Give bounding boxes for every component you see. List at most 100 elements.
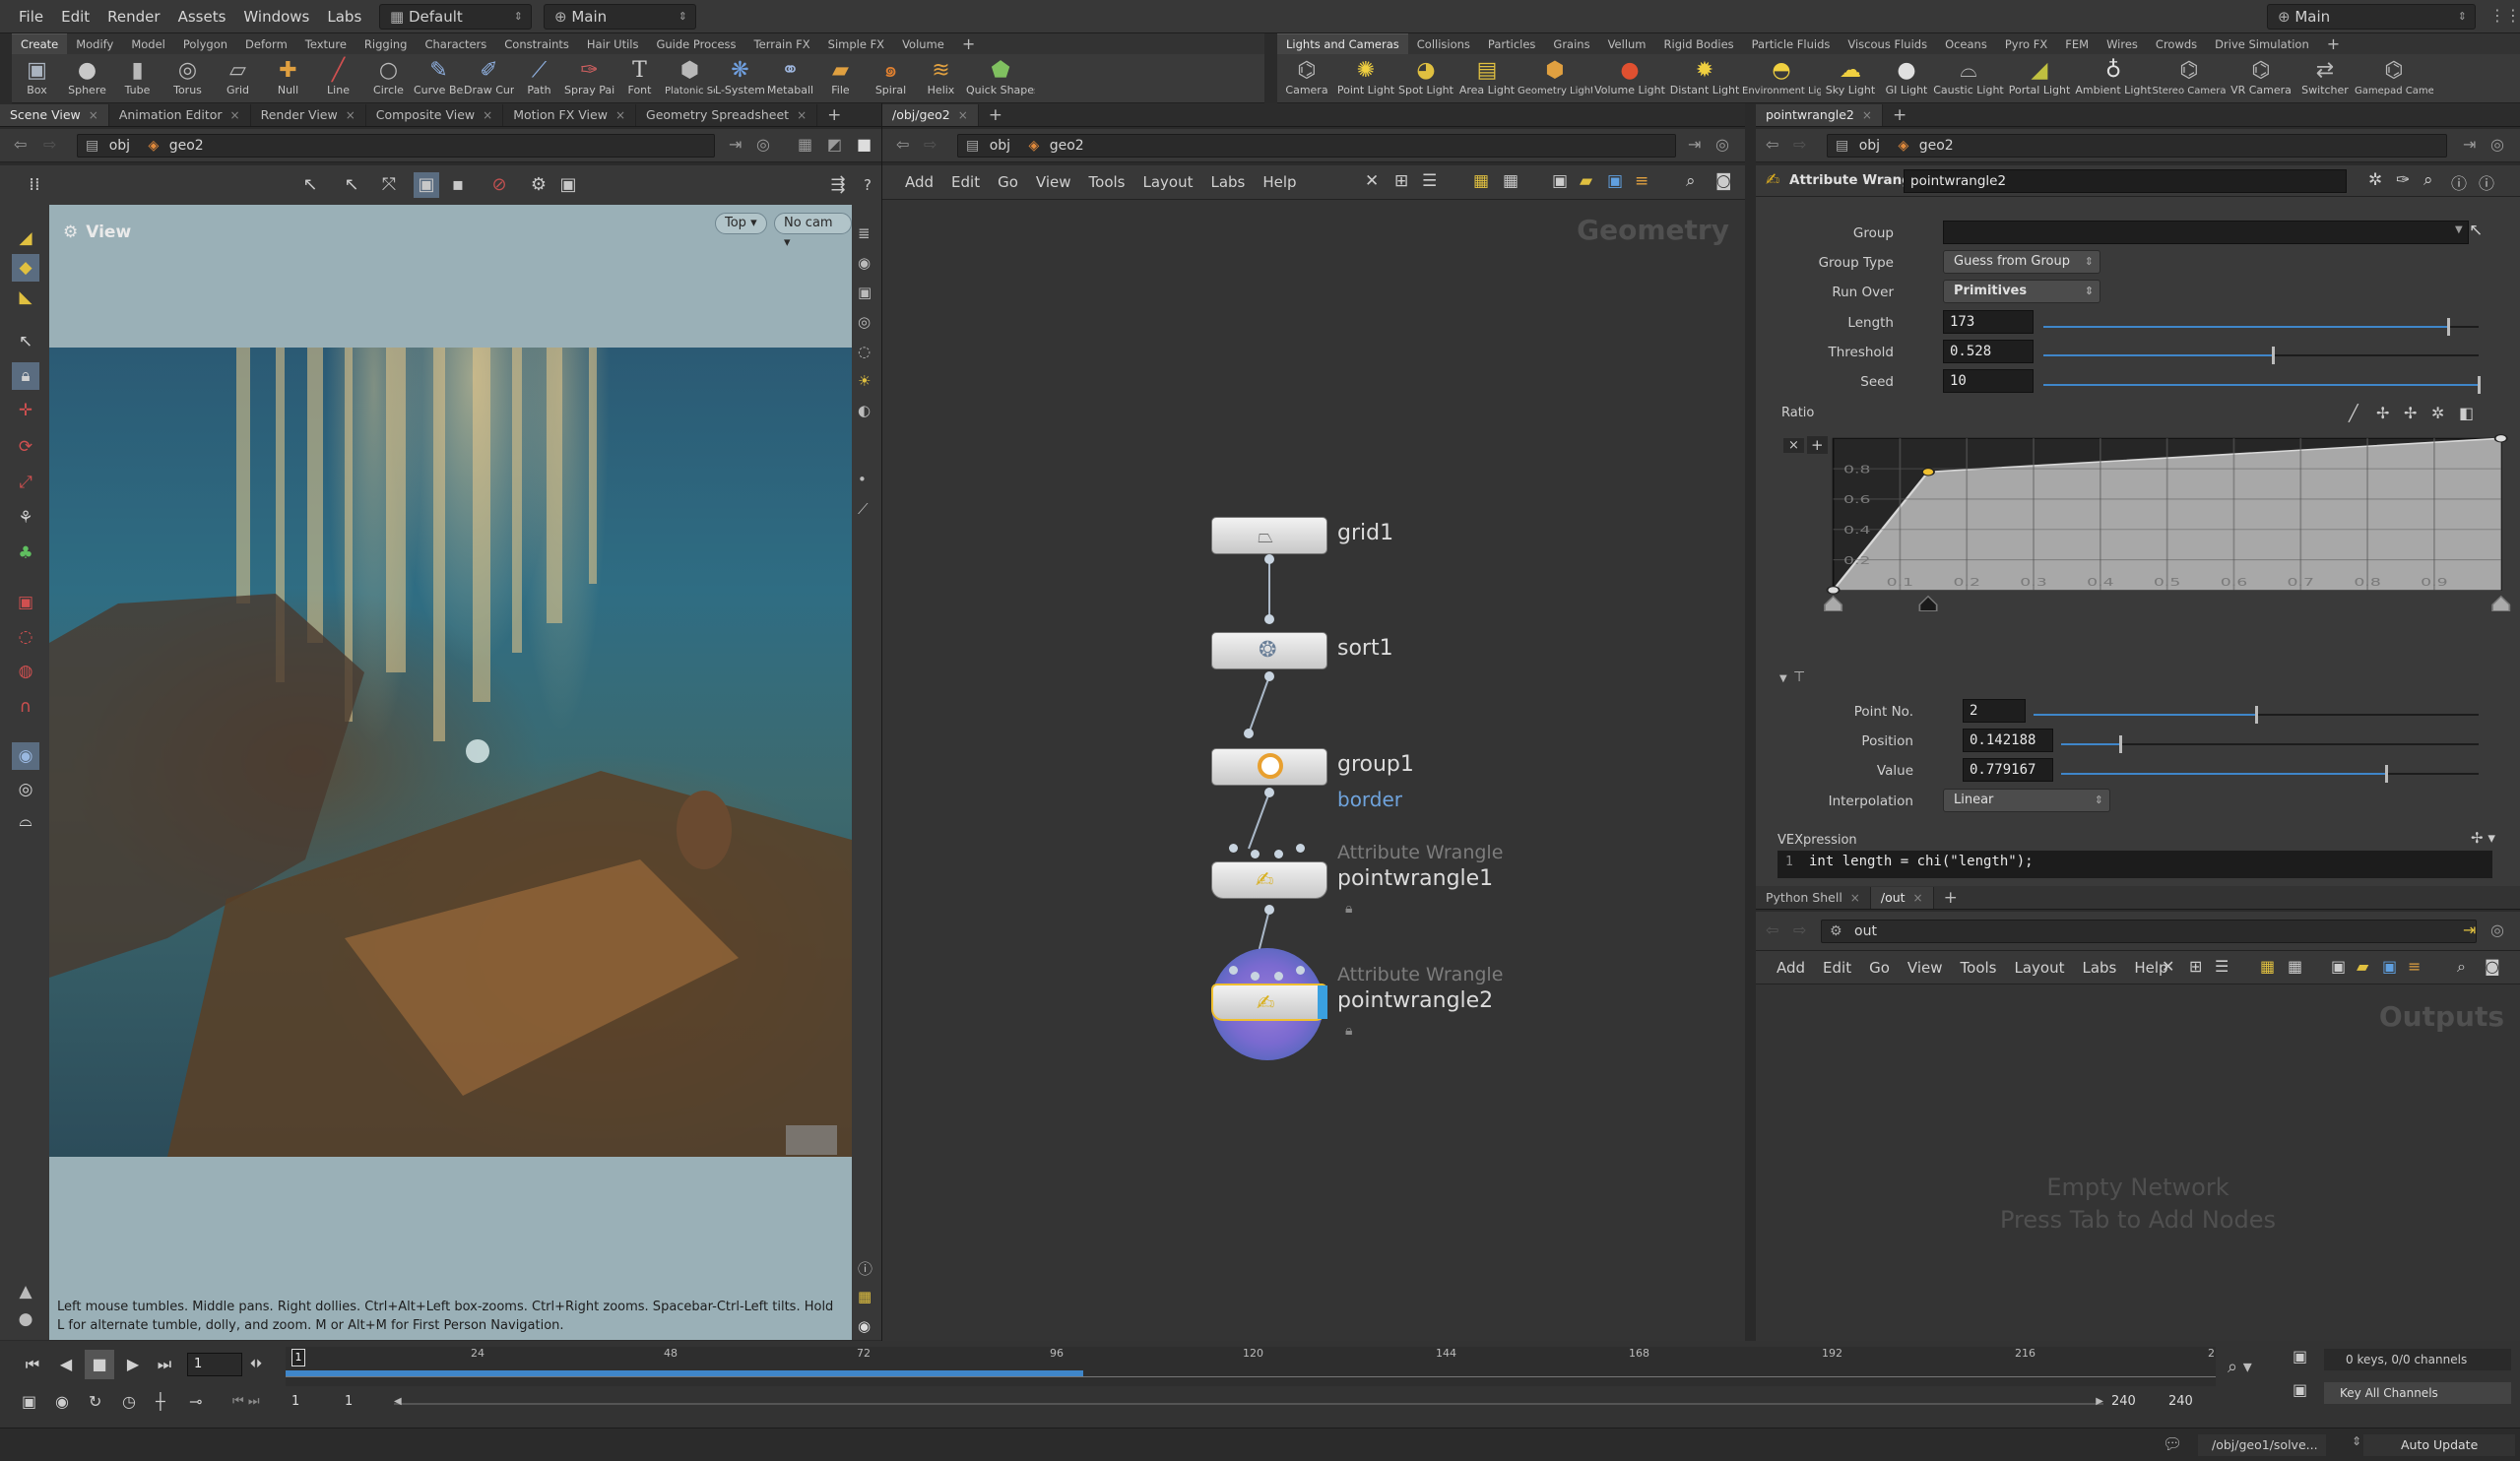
table-view-icon[interactable]: ▦: [1503, 171, 1518, 191]
tool-point-light[interactable]: ✺ Point Light: [1336, 54, 1395, 102]
range-start2-field[interactable]: 1: [345, 1394, 353, 1409]
tool-l-system[interactable]: ❋ L-System: [715, 54, 765, 102]
shelf-tab-volume[interactable]: Volume: [893, 34, 953, 54]
tab-animation-editor[interactable]: Animation Editor ×: [109, 104, 251, 126]
node-output-dot[interactable]: [1264, 671, 1274, 681]
menu-file[interactable]: File: [10, 0, 52, 33]
brush-icon[interactable]: ◣: [12, 284, 39, 311]
out-menu-labs[interactable]: Labs: [2073, 959, 2125, 977]
shading-icon[interactable]: ◐: [858, 402, 871, 419]
ramp-presets-icon[interactable]: ⊤: [1793, 669, 1805, 685]
seed-slider[interactable]: [2043, 376, 2481, 394]
shelf-tab-terrain-fx[interactable]: Terrain FX: [745, 34, 819, 54]
interpolation-select[interactable]: Linear ⇕: [1943, 789, 2110, 812]
close-icon[interactable]: ×: [1850, 891, 1860, 905]
link-icon[interactable]: ◎: [2490, 135, 2504, 154]
search-icon[interactable]: ⌕: [1686, 171, 1696, 191]
info-icon[interactable]: ⓘ: [2451, 170, 2467, 194]
display-flag[interactable]: [1318, 985, 1327, 1019]
tab-pointwrangle2[interactable]: pointwrangle2 ×: [1756, 104, 1883, 126]
table-view-icon[interactable]: ▦: [2288, 957, 2302, 976]
search-icon[interactable]: ⌕: [2423, 170, 2433, 190]
playhead[interactable]: 1: [291, 1349, 305, 1366]
keyframe-icon[interactable]: ▣: [2293, 1347, 2307, 1366]
group-type-select[interactable]: Guess from Group ⇕: [1943, 250, 2100, 274]
network-menu-tools[interactable]: Tools: [1080, 173, 1134, 191]
node-sort1[interactable]: ❂: [1211, 632, 1327, 669]
context-dropdown[interactable]: ⊕ Main ⇕: [544, 4, 696, 30]
add-tab-icon[interactable]: +: [1883, 104, 1916, 126]
render-icon[interactable]: ▲: [12, 1278, 39, 1305]
shelf-tab-oceans[interactable]: Oceans: [1936, 34, 1996, 54]
brush-icon[interactable]: ✑: [2396, 170, 2410, 190]
node-input-dot[interactable]: [1251, 972, 1260, 981]
node-output-dot[interactable]: [1264, 788, 1274, 797]
list-icon[interactable]: ☰: [2215, 957, 2229, 976]
pin-icon[interactable]: ⇥: [1688, 135, 1701, 154]
tool-null[interactable]: ✚ Null: [263, 54, 313, 102]
handle-icon[interactable]: ◢: [12, 224, 39, 252]
range-handle-right[interactable]: ▶: [2096, 1396, 2103, 1407]
tab-out[interactable]: /out ×: [1870, 887, 1934, 909]
menu-windows[interactable]: Windows: [234, 0, 318, 33]
length-field[interactable]: 173: [1943, 310, 2034, 334]
shelf-tab-constraints[interactable]: Constraints: [495, 34, 578, 54]
normal-icon[interactable]: ⟋: [858, 500, 869, 518]
value-field[interactable]: 0.779167: [1963, 758, 2053, 782]
tool-curve-bezier[interactable]: ✎Curve Bezier: [414, 54, 464, 102]
link-icon[interactable]: ◎: [1715, 135, 1729, 154]
shelf-tab-drive-simulation[interactable]: Drive Simulation: [2206, 34, 2318, 54]
tool-line[interactable]: ╱ Line: [313, 54, 363, 102]
node-input-dot[interactable]: [1274, 850, 1283, 858]
tool-spiral[interactable]: ๑ Spiral: [866, 54, 916, 102]
tool-grid[interactable]: ▱ Grid: [213, 54, 263, 102]
note-icon[interactable]: ▰: [1580, 171, 1592, 191]
teapot-icon[interactable]: ●: [12, 1305, 39, 1333]
position-slider[interactable]: [2061, 735, 2479, 753]
back-arrow-icon[interactable]: ⇦: [896, 135, 909, 154]
close-icon[interactable]: ×: [230, 108, 240, 122]
move-point-icon[interactable]: ✢: [2404, 404, 2417, 422]
wrench-icon[interactable]: ✕: [1365, 171, 1379, 191]
threshold-slider[interactable]: [2043, 347, 2479, 364]
scale-icon[interactable]: ⤢: [12, 469, 39, 496]
secure-select-icon[interactable]: ▣: [414, 172, 439, 198]
out-menu-tools[interactable]: Tools: [1952, 959, 2006, 977]
ruler-icon[interactable]: ┼: [156, 1392, 165, 1411]
current-frame-field[interactable]: 1: [187, 1353, 242, 1376]
range-end2-field[interactable]: 240: [2168, 1394, 2193, 1409]
node-input-dot[interactable]: [1296, 844, 1305, 853]
realtime-icon[interactable]: ▣: [22, 1392, 36, 1411]
pin-icon[interactable]: ⇥: [2463, 135, 2476, 154]
node-input-dot[interactable]: [1251, 850, 1260, 858]
box-select-icon[interactable]: ▣: [12, 589, 39, 616]
tool-metaball[interactable]: ⚭ Metaball: [765, 54, 815, 102]
range-slider[interactable]: ◀ ▶: [394, 1396, 2103, 1407]
menu-labs[interactable]: Labs: [318, 0, 370, 33]
close-icon[interactable]: ×: [615, 108, 625, 122]
node-group1[interactable]: [1211, 748, 1327, 786]
lock-node-icon[interactable]: 🔒︎: [1345, 1023, 1352, 1039]
paint-select-icon[interactable]: ◍: [12, 658, 39, 685]
tool-stereo-camera[interactable]: ⌬ Stereo Camera: [2152, 54, 2227, 102]
skip-end-icon[interactable]: ⏭: [150, 1350, 179, 1379]
tool-file[interactable]: ▰ File: [815, 54, 866, 102]
dolly-icon[interactable]: ⌓: [12, 807, 39, 835]
snap-icon[interactable]: ⚙: [526, 172, 551, 198]
transform-icon[interactable]: ⤧: [376, 172, 402, 198]
close-icon[interactable]: ×: [89, 108, 98, 122]
vex-code-line[interactable]: int length = chi("length");: [1809, 854, 2034, 869]
clock-icon[interactable]: ◷: [122, 1392, 136, 1411]
rotate-icon[interactable]: ⟳: [12, 433, 39, 461]
skip-start-icon[interactable]: ⏮: [18, 1350, 47, 1379]
close-icon[interactable]: ×: [1913, 891, 1923, 905]
key-all-channels-button[interactable]: Key All Channels: [2324, 1382, 2511, 1404]
path-obj[interactable]: obj: [1859, 138, 1880, 154]
shelf-tab-wires[interactable]: Wires: [2098, 34, 2147, 54]
image-icon[interactable]: ▣: [1552, 171, 1568, 191]
tool-vr-camera[interactable]: ⌬ VR Camera: [2227, 54, 2295, 102]
tool-gamepad-camera[interactable]: ⌬Gamepad Camera: [2355, 54, 2433, 102]
forward-arrow-icon[interactable]: ⇨: [43, 135, 56, 154]
pane-divider[interactable]: [1745, 103, 1756, 1341]
tool-distant-light[interactable]: ✹ Distant Light: [1667, 54, 1742, 102]
